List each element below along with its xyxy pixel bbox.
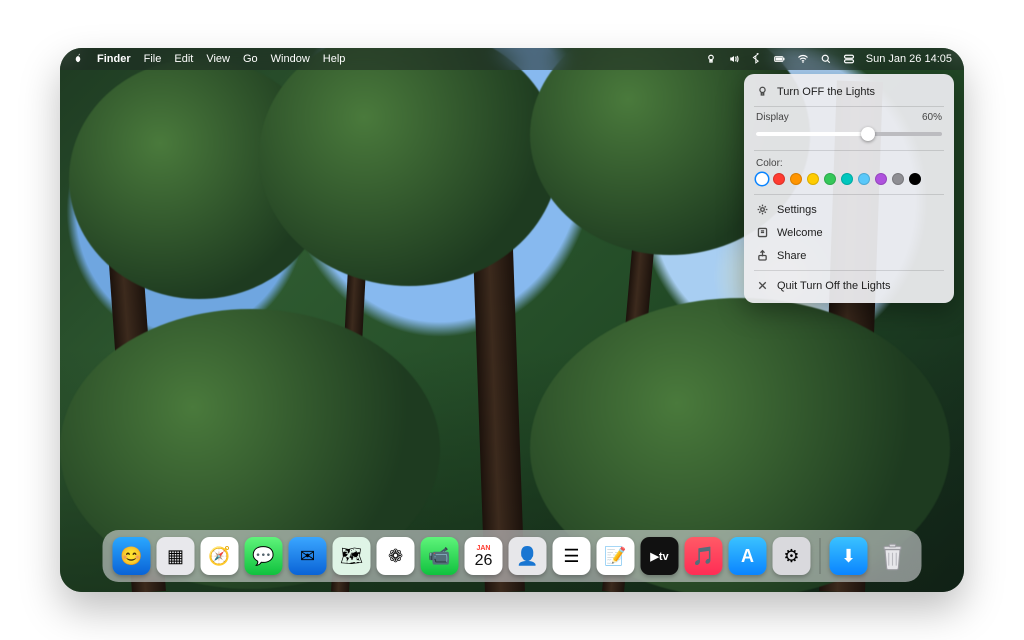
- turnoffthelights-menubar-icon[interactable]: [705, 53, 717, 65]
- share-icon: [756, 249, 769, 262]
- dock-music[interactable]: 🎵: [685, 537, 723, 575]
- dock: 😊▦🧭💬✉︎🗺❁📹JAN26👤☰📝▶tv🎵A⚙︎ ⬇︎: [103, 530, 922, 582]
- volume-icon[interactable]: [728, 53, 740, 65]
- menubar-datetime[interactable]: Sun Jan 26 14:05: [866, 53, 952, 65]
- panel-settings[interactable]: Settings: [744, 198, 954, 221]
- dock-maps[interactable]: 🗺: [333, 537, 371, 575]
- dock-downloads[interactable]: ⬇︎: [830, 537, 868, 575]
- color-swatch-7[interactable]: [875, 173, 887, 185]
- panel-title: Turn OFF the Lights: [777, 86, 875, 98]
- menu-window[interactable]: Window: [271, 53, 310, 65]
- turnoffthelights-panel: Turn OFF the Lights Display 60% Color: S…: [744, 74, 954, 303]
- dock-trash[interactable]: [874, 537, 912, 575]
- color-swatch-5[interactable]: [841, 173, 853, 185]
- dock-contacts[interactable]: 👤: [509, 537, 547, 575]
- menu-help[interactable]: Help: [323, 53, 346, 65]
- menu-edit[interactable]: Edit: [174, 53, 193, 65]
- dock-notes[interactable]: 📝: [597, 537, 635, 575]
- spotlight-search-icon[interactable]: [820, 53, 832, 65]
- lightbulb-icon: [756, 85, 769, 98]
- color-swatch-2[interactable]: [790, 173, 802, 185]
- dock-settings[interactable]: ⚙︎: [773, 537, 811, 575]
- color-swatch-4[interactable]: [824, 173, 836, 185]
- panel-quit[interactable]: Quit Turn Off the Lights: [744, 274, 954, 297]
- display-brightness-slider[interactable]: [756, 127, 942, 141]
- panel-welcome-label: Welcome: [777, 227, 823, 239]
- dock-appstore[interactable]: A: [729, 537, 767, 575]
- close-icon: [756, 279, 769, 292]
- active-app-name[interactable]: Finder: [97, 53, 131, 65]
- welcome-icon: [756, 226, 769, 239]
- control-center-icon[interactable]: [843, 53, 855, 65]
- dock-mail[interactable]: ✉︎: [289, 537, 327, 575]
- dock-calendar[interactable]: JAN26: [465, 537, 503, 575]
- color-swatch-9[interactable]: [909, 173, 921, 185]
- panel-share[interactable]: Share: [744, 244, 954, 267]
- apple-menu-icon[interactable]: [72, 52, 84, 67]
- desktop-frame: Finder File Edit View Go Window Help Sun…: [60, 48, 964, 592]
- dock-appletv[interactable]: ▶tv: [641, 537, 679, 575]
- dock-safari[interactable]: 🧭: [201, 537, 239, 575]
- color-swatch-8[interactable]: [892, 173, 904, 185]
- menu-bar: Finder File Edit View Go Window Help Sun…: [60, 48, 964, 70]
- colors-label: Color:: [756, 158, 942, 169]
- color-swatches: [756, 173, 942, 185]
- battery-icon[interactable]: [774, 53, 786, 65]
- wifi-icon[interactable]: [797, 53, 809, 65]
- color-swatch-3[interactable]: [807, 173, 819, 185]
- color-swatch-6[interactable]: [858, 173, 870, 185]
- dock-divider: [820, 538, 821, 574]
- panel-welcome[interactable]: Welcome: [744, 221, 954, 244]
- dock-launchpad[interactable]: ▦: [157, 537, 195, 575]
- dock-photos[interactable]: ❁: [377, 537, 415, 575]
- panel-share-label: Share: [777, 250, 806, 262]
- color-swatch-0[interactable]: [756, 173, 768, 185]
- bluetooth-icon[interactable]: [751, 53, 763, 65]
- color-swatch-1[interactable]: [773, 173, 785, 185]
- panel-quit-label: Quit Turn Off the Lights: [777, 280, 891, 292]
- gear-icon: [756, 203, 769, 216]
- display-value: 60%: [922, 112, 942, 123]
- menu-view[interactable]: View: [206, 53, 230, 65]
- display-label: Display: [756, 112, 789, 123]
- menu-go[interactable]: Go: [243, 53, 258, 65]
- dock-finder[interactable]: 😊: [113, 537, 151, 575]
- panel-settings-label: Settings: [777, 204, 817, 216]
- menu-file[interactable]: File: [144, 53, 162, 65]
- dock-messages[interactable]: 💬: [245, 537, 283, 575]
- panel-toggle-row[interactable]: Turn OFF the Lights: [744, 80, 954, 103]
- dock-facetime[interactable]: 📹: [421, 537, 459, 575]
- dock-reminders[interactable]: ☰: [553, 537, 591, 575]
